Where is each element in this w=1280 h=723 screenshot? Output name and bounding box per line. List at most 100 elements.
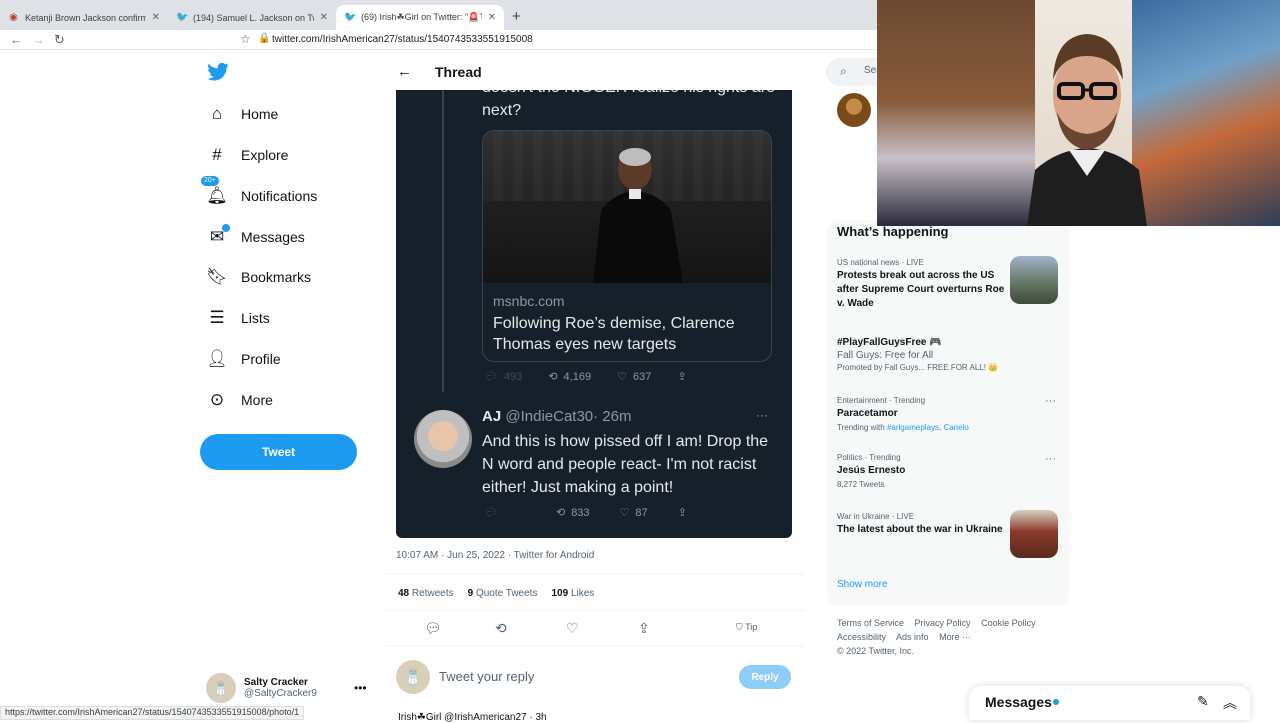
retweet-count: 4,169 xyxy=(563,370,592,383)
back-arrow-icon[interactable]: ← xyxy=(397,63,412,80)
more-dots-icon[interactable]: ••• xyxy=(354,681,367,695)
trend-item[interactable]: Politics · Trending Jesús Ernesto 8,272 … xyxy=(837,453,1009,489)
footer-link[interactable]: Cookie Policy xyxy=(981,618,1036,628)
tip-button[interactable]: ⛉ Tip xyxy=(736,622,757,633)
retweets-stat[interactable]: 48 Retweets xyxy=(398,588,454,599)
reply-icon: 💬︎ xyxy=(484,371,498,383)
section-title: What’s happening xyxy=(837,224,949,239)
tweet-stats: 48 Retweets 9 Quote Tweets 109 Likes xyxy=(398,588,594,599)
trend-item[interactable]: Entertainment · Trending Paracetamor Tre… xyxy=(837,396,1009,432)
browser-tab[interactable]: 🐦 (194) Samuel L. Jackson on Twitter: " … xyxy=(168,5,336,30)
retweet-action[interactable]: ⟲ 833 xyxy=(556,506,590,520)
trend-item[interactable]: #PlayFallGuysFree 🎮 Fall Guys: Free for … xyxy=(837,334,1009,372)
footer-link[interactable]: Accessibility xyxy=(837,632,886,642)
share-icon[interactable]: ⇪ xyxy=(638,620,650,637)
search-icon: ⌕ xyxy=(840,64,847,78)
footer-links: Terms of Service Privacy Policy Cookie P… xyxy=(837,616,1047,658)
account-switcher[interactable]: 🧂 Salty Cracker @SaltyCracker9 xyxy=(206,673,317,703)
quotes-stat[interactable]: 9 Quote Tweets xyxy=(468,588,538,599)
justice-photo xyxy=(593,148,683,283)
nav-lists[interactable]: ☰ Lists xyxy=(207,303,270,333)
trend-category: Entertainment · Trending xyxy=(837,396,926,405)
footer-link[interactable]: Privacy Policy xyxy=(915,618,971,628)
tweet-button[interactable]: Tweet xyxy=(200,434,357,470)
like-action[interactable]: ♡ 637 xyxy=(617,370,651,384)
retweet-action[interactable]: ⟲ 4,169 xyxy=(548,370,592,384)
trend-category: US national news · LIVE xyxy=(837,258,924,267)
chevron-up-icon[interactable]: ︽ xyxy=(1223,693,1237,713)
trending-link[interactable]: #arlgameplays xyxy=(887,423,939,432)
poster-left xyxy=(877,0,1035,226)
nav-explore[interactable]: # Explore xyxy=(207,140,288,170)
reply-input[interactable]: Tweet your reply xyxy=(439,669,534,684)
share-icon[interactable]: ⇪ xyxy=(677,370,686,383)
nav-messages[interactable]: ✉ Messages xyxy=(207,222,305,252)
reload-icon[interactable]: ↻ xyxy=(54,32,65,48)
likes-stat[interactable]: 109 Likes xyxy=(551,588,594,599)
twitter-logo-icon[interactable] xyxy=(207,62,229,82)
show-more-link[interactable]: Show more xyxy=(837,579,888,590)
like-action[interactable]: ♡ 87 xyxy=(620,506,648,520)
lock-icon[interactable]: 🔒 xyxy=(258,33,270,44)
trend-description: Fall Guys: Free for All xyxy=(837,350,934,361)
footer-link[interactable]: Ads info xyxy=(896,632,929,642)
new-tab-button[interactable]: + xyxy=(512,8,521,25)
reply-button[interactable]: Reply xyxy=(739,665,791,689)
nav-profile[interactable]: 👤︎ Profile xyxy=(206,344,280,374)
page-title: Thread xyxy=(435,64,482,80)
reply-action[interactable]: 💬︎ 493 xyxy=(484,370,522,384)
nav-more[interactable]: ⊙ More xyxy=(207,385,273,415)
new-message-icon[interactable]: ✎ xyxy=(1197,693,1209,710)
trend-title: Jesús Ernesto xyxy=(837,465,906,476)
footer-link[interactable]: More ··· xyxy=(939,632,971,642)
person-icon: 👤︎ xyxy=(206,349,228,368)
nav-label: Bookmarks xyxy=(241,269,312,285)
url-field[interactable]: twitter.com/IrishAmerican27/status/15407… xyxy=(272,34,533,45)
close-tab-icon[interactable]: ✕ xyxy=(488,12,496,23)
unread-dot xyxy=(222,224,230,232)
reply-icon[interactable]: 💬︎ xyxy=(484,506,498,519)
heart-icon[interactable]: ♡ xyxy=(566,620,579,637)
tip-icon: ⛉ xyxy=(736,622,746,632)
avatar[interactable] xyxy=(414,410,472,468)
close-tab-icon[interactable]: ✕ xyxy=(152,12,160,23)
trend-item[interactable]: War in Ukraine · LIVE The latest about t… xyxy=(837,512,1009,537)
tweet-actions: 💬︎ 493 ⟲ 4,169 ♡ 637 ⇪ xyxy=(484,370,774,384)
retweet-count: 833 xyxy=(571,506,590,519)
browser-tab-active[interactable]: 🐦 (69) Irish☘Girl on Twitter: "🚨Th ✕ xyxy=(336,5,504,30)
footer-link[interactable]: Terms of Service xyxy=(837,618,904,628)
trending-link[interactable]: Canelo xyxy=(943,423,968,432)
browser-tab[interactable]: ◉ Ketanji Brown Jackson confirmed to S ✕ xyxy=(0,5,168,30)
nav-home[interactable]: ⌂ Home xyxy=(207,99,279,129)
next-tweet-author[interactable]: Irish☘Girl @IrishAmerican27 · 3h xyxy=(398,712,547,723)
back-arrow-icon[interactable]: ← xyxy=(10,32,23,47)
tip-label: Tip xyxy=(745,622,758,632)
forward-arrow-icon[interactable]: → xyxy=(32,32,45,47)
link-status-bar: https://twitter.com/IrishAmerican27/stat… xyxy=(0,706,305,720)
more-dots-icon[interactable]: ··· xyxy=(1045,453,1056,465)
avatar[interactable] xyxy=(837,93,871,127)
webcam-person xyxy=(1027,34,1147,226)
nav-label: Notifications xyxy=(241,188,318,204)
messages-drawer[interactable]: Messages ✎ ︽ xyxy=(969,686,1250,720)
reply-text: And this is how pissed off I am! Drop th… xyxy=(482,433,769,496)
more-dots-icon[interactable]: ··· xyxy=(756,408,768,422)
close-tab-icon[interactable]: ✕ xyxy=(320,12,328,23)
trending-with: Trending with #arlgameplays, Canelo xyxy=(837,423,969,432)
tweet-timestamp[interactable]: 10:07 AM · Jun 25, 2022 · Twitter for An… xyxy=(396,550,594,561)
nav-notifications[interactable]: 🔔︎ 20+ Notifications xyxy=(201,176,318,211)
trend-hashtag: #PlayFallGuysFree 🎮 xyxy=(837,337,942,348)
reply-author[interactable]: AJ @IndieCat30· 26m xyxy=(482,408,631,425)
retweet-icon[interactable]: ⟲ xyxy=(495,620,507,637)
share-icon[interactable]: ⇪ xyxy=(678,506,687,519)
trend-item[interactable]: US national news · LIVE Protests break o… xyxy=(837,258,1009,311)
tweet-time: · 26m xyxy=(593,408,632,425)
more-dots-icon[interactable]: ··· xyxy=(1045,395,1056,407)
link-card[interactable]: msnbc.com Following Roe’s demise, Claren… xyxy=(482,130,772,362)
nav-bookmarks[interactable]: 🔖︎ Bookmarks xyxy=(206,262,312,292)
bookmark-star-icon[interactable]: ☆ xyxy=(240,32,251,46)
reply-icon[interactable]: 💬︎ xyxy=(424,620,442,637)
nav-label: Lists xyxy=(241,310,270,326)
retweet-icon: ⟲ xyxy=(548,371,558,383)
embedded-tweet-image[interactable]: doesn't the NIGGER realize his rights ar… xyxy=(396,90,792,538)
